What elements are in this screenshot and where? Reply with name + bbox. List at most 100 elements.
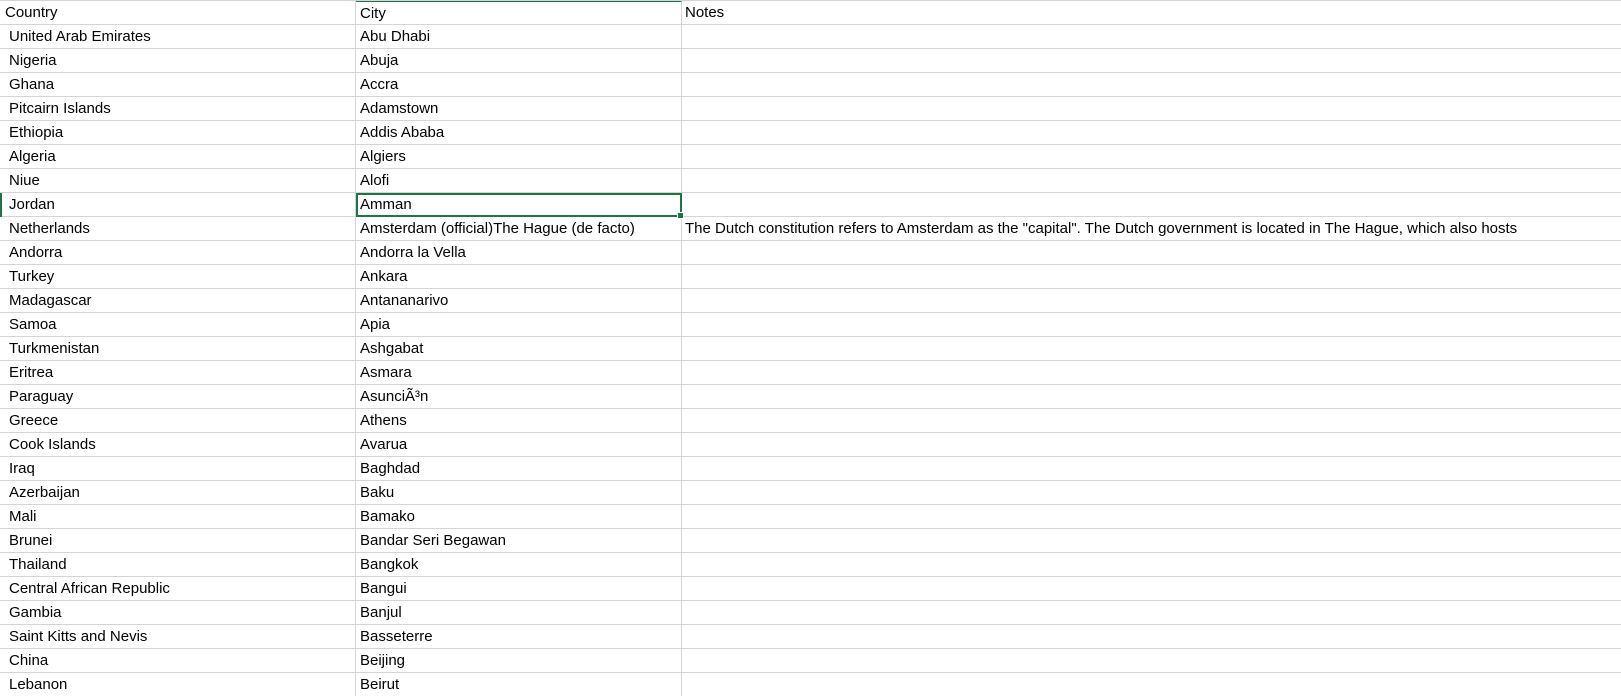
column-header-country[interactable]: Country <box>0 1 356 25</box>
cell-country[interactable]: Iraq <box>0 457 356 481</box>
cell-city[interactable]: Banjul <box>356 601 682 625</box>
cell-notes[interactable] <box>682 481 1621 505</box>
table-row: Ethiopia Addis Ababa <box>0 121 1621 145</box>
table-row: Lebanon Beirut <box>0 673 1621 696</box>
cell-city[interactable]: Asmara <box>356 361 682 385</box>
cell-notes[interactable] <box>682 313 1621 337</box>
cell-notes[interactable] <box>682 241 1621 265</box>
cell-city[interactable]: Accra <box>356 73 682 97</box>
cell-city[interactable]: Abuja <box>356 49 682 73</box>
cell-city[interactable]: Bangkok <box>356 553 682 577</box>
table-row: Mali Bamako <box>0 505 1621 529</box>
table-row: Greece Athens <box>0 409 1621 433</box>
cell-notes[interactable] <box>682 553 1621 577</box>
cell-country[interactable]: Samoa <box>0 313 356 337</box>
cell-country[interactable]: Lebanon <box>0 673 356 696</box>
cell-city[interactable]: Beirut <box>356 673 682 696</box>
cell-city[interactable]: Alofi <box>356 169 682 193</box>
cell-country[interactable]: Ghana <box>0 73 356 97</box>
cell-city[interactable]: Avarua <box>356 433 682 457</box>
cell-notes[interactable]: The Dutch constitution refers to Amsterd… <box>682 217 1621 241</box>
table-row: Madagascar Antananarivo <box>0 289 1621 313</box>
cell-city[interactable]: Ankara <box>356 265 682 289</box>
cell-city[interactable]: Addis Ababa <box>356 121 682 145</box>
column-header-city[interactable]: City <box>356 1 682 25</box>
cell-city[interactable]: Baghdad <box>356 457 682 481</box>
cell-city[interactable]: Basseterre <box>356 625 682 649</box>
cell-country[interactable]: Netherlands <box>0 217 356 241</box>
cell-country[interactable]: China <box>0 649 356 673</box>
cell-country[interactable]: Saint Kitts and Nevis <box>0 625 356 649</box>
cell-country[interactable]: Greece <box>0 409 356 433</box>
cell-city[interactable]: Baku <box>356 481 682 505</box>
cell-country[interactable]: Ethiopia <box>0 121 356 145</box>
cell-country[interactable]: Jordan <box>0 193 356 217</box>
cell-notes[interactable] <box>682 25 1621 49</box>
table-row: Eritrea Asmara <box>0 361 1621 385</box>
cell-city[interactable]: AsunciÃ³n <box>356 385 682 409</box>
cell-notes[interactable] <box>682 73 1621 97</box>
cell-country[interactable]: Thailand <box>0 553 356 577</box>
cell-city[interactable]: Andorra la Vella <box>356 241 682 265</box>
cell-country[interactable]: United Arab Emirates <box>0 25 356 49</box>
cell-notes[interactable] <box>682 433 1621 457</box>
table-row: China Beijing <box>0 649 1621 673</box>
cell-country[interactable]: Cook Islands <box>0 433 356 457</box>
cell-notes[interactable] <box>682 361 1621 385</box>
cell-notes[interactable] <box>682 97 1621 121</box>
cell-notes[interactable] <box>682 193 1621 217</box>
cell-country[interactable]: Andorra <box>0 241 356 265</box>
cell-country[interactable]: Brunei <box>0 529 356 553</box>
active-row-indicator <box>0 193 2 217</box>
cell-city[interactable]: Abu Dhabi <box>356 25 682 49</box>
cell-notes[interactable] <box>682 649 1621 673</box>
cell-city[interactable]: Beijing <box>356 649 682 673</box>
cell-city[interactable]: Apia <box>356 313 682 337</box>
cell-country[interactable]: Turkmenistan <box>0 337 356 361</box>
cell-notes[interactable] <box>682 673 1621 696</box>
cell-notes[interactable] <box>682 49 1621 73</box>
cell-city[interactable]: Athens <box>356 409 682 433</box>
cell-notes[interactable] <box>682 529 1621 553</box>
cell-notes[interactable] <box>682 625 1621 649</box>
header-row: Country City Notes <box>0 1 1621 25</box>
cell-notes[interactable] <box>682 409 1621 433</box>
cell-notes[interactable] <box>682 121 1621 145</box>
cell-city[interactable]: Bangui <box>356 577 682 601</box>
cell-notes[interactable] <box>682 265 1621 289</box>
cell-notes[interactable] <box>682 601 1621 625</box>
cell-city[interactable]: Algiers <box>356 145 682 169</box>
cell-notes[interactable] <box>682 337 1621 361</box>
cell-city[interactable]: Bamako <box>356 505 682 529</box>
cell-city[interactable]: Bandar Seri Begawan <box>356 529 682 553</box>
cell-notes[interactable] <box>682 145 1621 169</box>
cell-city[interactable]: Antananarivo <box>356 289 682 313</box>
cell-notes[interactable] <box>682 577 1621 601</box>
cell-city[interactable]: Adamstown <box>356 97 682 121</box>
column-header-notes[interactable]: Notes <box>682 1 1621 25</box>
table-row: Algeria Algiers <box>0 145 1621 169</box>
cell-country[interactable]: Central African Republic <box>0 577 356 601</box>
spreadsheet-grid[interactable]: Country City Notes United Arab Emirates A… <box>0 0 1621 696</box>
cell-country[interactable]: Nigeria <box>0 49 356 73</box>
cell-country[interactable]: Azerbaijan <box>0 481 356 505</box>
cell-notes[interactable] <box>682 457 1621 481</box>
cell-country[interactable]: Paraguay <box>0 385 356 409</box>
cell-country[interactable]: Eritrea <box>0 361 356 385</box>
cell-country[interactable]: Niue <box>0 169 356 193</box>
cell-notes[interactable] <box>682 385 1621 409</box>
cell-country[interactable]: Mali <box>0 505 356 529</box>
cell-country[interactable]: Gambia <box>0 601 356 625</box>
cell-country[interactable]: Madagascar <box>0 289 356 313</box>
cell-country[interactable]: Turkey <box>0 265 356 289</box>
table-row: Niue Alofi <box>0 169 1621 193</box>
cell-city[interactable]: Amsterdam (official)The Hague (de facto) <box>356 217 682 241</box>
cell-notes[interactable] <box>682 289 1621 313</box>
cell-country[interactable]: Pitcairn Islands <box>0 97 356 121</box>
table-row: Azerbaijan Baku <box>0 481 1621 505</box>
cell-city[interactable]: Ashgabat <box>356 337 682 361</box>
cell-notes[interactable] <box>682 505 1621 529</box>
cell-country[interactable]: Algeria <box>0 145 356 169</box>
selected-cell[interactable]: Amman <box>356 193 684 219</box>
cell-notes[interactable] <box>682 169 1621 193</box>
